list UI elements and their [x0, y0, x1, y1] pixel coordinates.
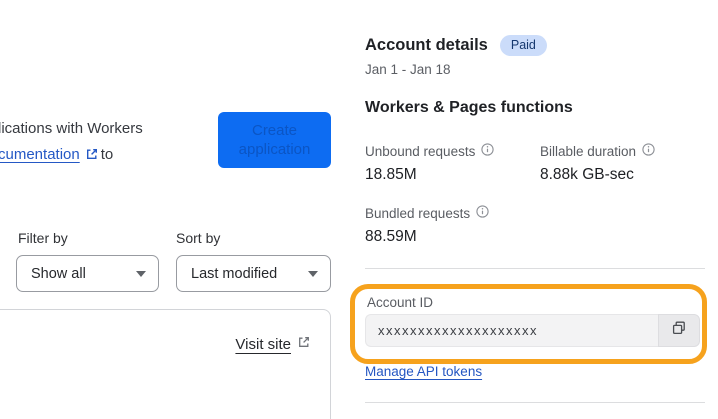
copy-button[interactable] — [658, 314, 700, 347]
external-link-icon — [85, 144, 99, 170]
date-range: Jan 1 - Jan 18 — [365, 62, 451, 77]
info-icon[interactable] — [476, 205, 489, 221]
filter-dropdown-value: Show all — [31, 265, 86, 282]
sort-dropdown[interactable]: Last modified — [176, 255, 331, 292]
documentation-link[interactable]: cumentation — [0, 146, 80, 163]
divider — [365, 268, 705, 269]
manage-api-tokens-link[interactable]: Manage API tokens — [365, 364, 482, 379]
intro-suffix: to — [100, 146, 114, 163]
account-id-label: Account ID — [367, 295, 434, 310]
account-id-input[interactable] — [365, 314, 658, 347]
stat-label: Billable duration — [540, 143, 637, 159]
caret-down-icon — [136, 270, 146, 277]
info-icon[interactable] — [642, 143, 655, 159]
copy-icon — [671, 320, 687, 341]
stat-bundled-requests: Bundled requests 88.59M — [365, 205, 540, 246]
visit-site-link[interactable]: Visit site — [235, 335, 311, 353]
filter-dropdown[interactable]: Show all — [16, 255, 159, 292]
plan-badge: Paid — [499, 35, 547, 56]
intro-line-2: cumentation to — [0, 142, 143, 170]
account-id-field-group — [365, 314, 700, 347]
account-details-header: Account details Paid — [365, 35, 547, 56]
caret-down-icon — [308, 270, 318, 277]
workers-pages-dashboard: lications with Workers cumentation to Cre… — [0, 0, 718, 419]
divider — [365, 402, 705, 403]
intro-text: lications with Workers cumentation to — [0, 116, 143, 170]
stat-unbound-requests: Unbound requests 18.85M — [365, 143, 540, 184]
create-application-button[interactable]: Create application — [218, 112, 331, 168]
usage-stats: Unbound requests 18.85M Billable duratio… — [365, 143, 705, 246]
stat-billable-duration: Billable duration 8.88k GB-sec — [540, 143, 705, 184]
sort-by-label: Sort by — [176, 230, 221, 246]
stat-value: 18.85M — [365, 166, 417, 183]
project-card: Visit site — [0, 309, 331, 419]
sort-dropdown-value: Last modified — [191, 265, 278, 282]
stat-label: Bundled requests — [365, 205, 471, 221]
intro-line-1: lications with Workers — [0, 120, 143, 137]
account-details-title: Account details — [365, 36, 488, 54]
visit-site-label: Visit site — [235, 335, 291, 353]
info-icon[interactable] — [481, 143, 494, 159]
external-link-icon — [297, 335, 311, 353]
stat-label: Unbound requests — [365, 143, 476, 159]
functions-section-title: Workers & Pages functions — [365, 99, 573, 116]
stat-value: 8.88k GB-sec — [540, 166, 634, 183]
filter-by-label: Filter by — [18, 230, 68, 246]
stat-value: 88.59M — [365, 228, 417, 245]
